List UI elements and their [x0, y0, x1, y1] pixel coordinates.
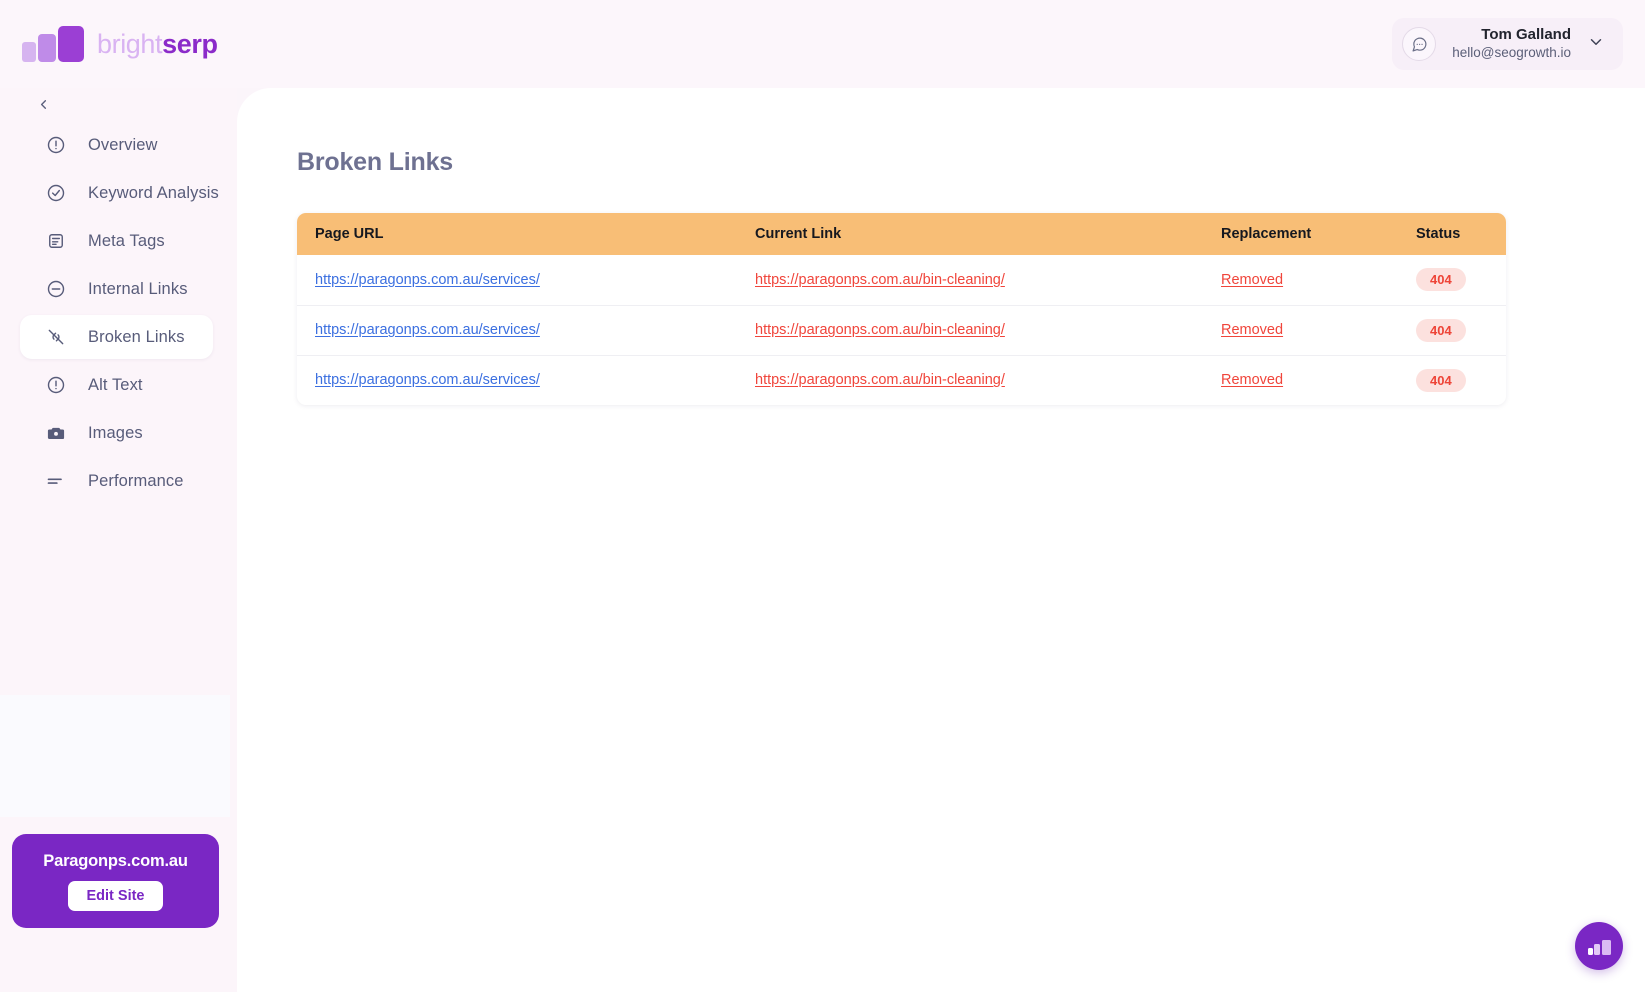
cell-current-link: https://paragonps.com.au/bin-cleaning/: [739, 305, 1205, 356]
cell-page-url: https://paragonps.com.au/services/: [297, 355, 739, 405]
sidebar-item-label: Images: [88, 423, 143, 442]
replacement-link[interactable]: Removed: [1221, 272, 1283, 288]
unlink-icon: [46, 327, 66, 347]
cell-status: 404: [1400, 355, 1506, 405]
column-header-current-link: Current Link: [739, 213, 1205, 255]
site-card: Paragonps.com.au Edit Site: [12, 834, 219, 928]
main-content: Broken Links Page URL Current Link Repla…: [237, 88, 1645, 992]
cell-replacement: Removed: [1205, 355, 1400, 405]
brand-name-light: bright: [97, 28, 163, 59]
minus-circle-icon: [46, 279, 66, 299]
sidebar-item-label: Meta Tags: [88, 231, 165, 250]
sidebar-placeholder-panel: [0, 695, 230, 817]
alert-circle-icon: [46, 375, 66, 395]
camera-icon: [46, 423, 66, 443]
user-email: hello@seogrowth.io: [1452, 44, 1571, 60]
table-header-row: Page URL Current Link Replacement Status: [297, 213, 1506, 255]
cell-page-url: https://paragonps.com.au/services/: [297, 255, 739, 306]
sidebar-nav: Overview Keyword Analysis Meta Tags Inte…: [0, 123, 237, 507]
sidebar-item-label: Internal Links: [88, 279, 188, 298]
sidebar-item-label: Performance: [88, 471, 184, 490]
page-title: Broken Links: [297, 148, 453, 176]
user-name: Tom Galland: [1481, 26, 1571, 44]
sidebar-item-performance[interactable]: Performance: [20, 459, 213, 503]
site-name: Paragonps.com.au: [43, 851, 188, 870]
sidebar-item-meta-tags[interactable]: Meta Tags: [20, 219, 213, 263]
table-body: https://paragonps.com.au/services/ https…: [297, 255, 1506, 405]
alert-circle-icon: [46, 135, 66, 155]
edit-site-button[interactable]: Edit Site: [68, 880, 163, 911]
sidebar-item-overview[interactable]: Overview: [20, 123, 213, 167]
current-link-link[interactable]: https://paragonps.com.au/bin-cleaning/: [755, 272, 1005, 288]
sidebar-collapse-button[interactable]: [30, 94, 56, 120]
help-widget-button[interactable]: [1575, 922, 1623, 970]
table-row: https://paragonps.com.au/services/ https…: [297, 305, 1506, 356]
sidebar: Overview Keyword Analysis Meta Tags Inte…: [0, 88, 237, 992]
page-url-link[interactable]: https://paragonps.com.au/services/: [315, 272, 540, 288]
sidebar-item-images[interactable]: Images: [20, 411, 213, 455]
clipboard-icon: [46, 231, 66, 251]
brand-wordmark: brightserp: [97, 28, 218, 59]
status-badge: 404: [1416, 268, 1466, 292]
sidebar-item-internal-links[interactable]: Internal Links: [20, 267, 213, 311]
table-row: https://paragonps.com.au/services/ https…: [297, 255, 1506, 306]
top-bar: brightserp Tom Galland hello@seogrowth.i…: [0, 0, 1645, 88]
cell-replacement: Removed: [1205, 305, 1400, 356]
brand-name-bold: serp: [162, 28, 218, 59]
cell-replacement: Removed: [1205, 255, 1400, 306]
cell-current-link: https://paragonps.com.au/bin-cleaning/: [739, 255, 1205, 306]
status-badge: 404: [1416, 318, 1466, 342]
cell-status: 404: [1400, 305, 1506, 356]
column-header-replacement: Replacement: [1205, 213, 1400, 255]
page-url-link[interactable]: https://paragonps.com.au/services/: [315, 322, 540, 338]
sidebar-item-label: Broken Links: [88, 327, 185, 346]
brand-logo[interactable]: brightserp: [22, 14, 218, 74]
sliders-icon: [46, 471, 66, 491]
column-header-page-url: Page URL: [297, 213, 739, 255]
chevron-down-icon[interactable]: [1587, 33, 1605, 56]
table-row: https://paragonps.com.au/services/ https…: [297, 355, 1506, 405]
bar-chart-logo-icon: [22, 26, 84, 62]
replacement-link[interactable]: Removed: [1221, 372, 1283, 388]
sidebar-item-label: Keyword Analysis: [88, 183, 219, 202]
column-header-status: Status: [1400, 213, 1506, 255]
cell-current-link: https://paragonps.com.au/bin-cleaning/: [739, 355, 1205, 405]
sidebar-item-broken-links[interactable]: Broken Links: [20, 315, 213, 359]
sidebar-item-keyword-analysis[interactable]: Keyword Analysis: [20, 171, 219, 215]
current-link-link[interactable]: https://paragonps.com.au/bin-cleaning/: [755, 372, 1005, 388]
broken-links-table-card: Page URL Current Link Replacement Status…: [297, 213, 1506, 405]
sidebar-item-label: Overview: [88, 135, 158, 154]
chevron-left-icon: [36, 97, 51, 117]
sidebar-item-label: Alt Text: [88, 375, 143, 394]
bar-chart-logo-icon: [1587, 940, 1611, 955]
status-badge: 404: [1416, 368, 1466, 392]
page-url-link[interactable]: https://paragonps.com.au/services/: [315, 372, 540, 388]
sidebar-item-alt-text[interactable]: Alt Text: [20, 363, 213, 407]
replacement-link[interactable]: Removed: [1221, 322, 1283, 338]
chat-bubble-icon: [1402, 27, 1437, 61]
current-link-link[interactable]: https://paragonps.com.au/bin-cleaning/: [755, 322, 1005, 338]
check-circle-icon: [46, 183, 66, 203]
broken-links-table: Page URL Current Link Replacement Status…: [297, 213, 1506, 405]
cell-page-url: https://paragonps.com.au/services/: [297, 305, 739, 356]
table-header: Page URL Current Link Replacement Status: [297, 213, 1506, 255]
cell-status: 404: [1400, 255, 1506, 306]
user-menu[interactable]: Tom Galland hello@seogrowth.io: [1392, 18, 1623, 70]
